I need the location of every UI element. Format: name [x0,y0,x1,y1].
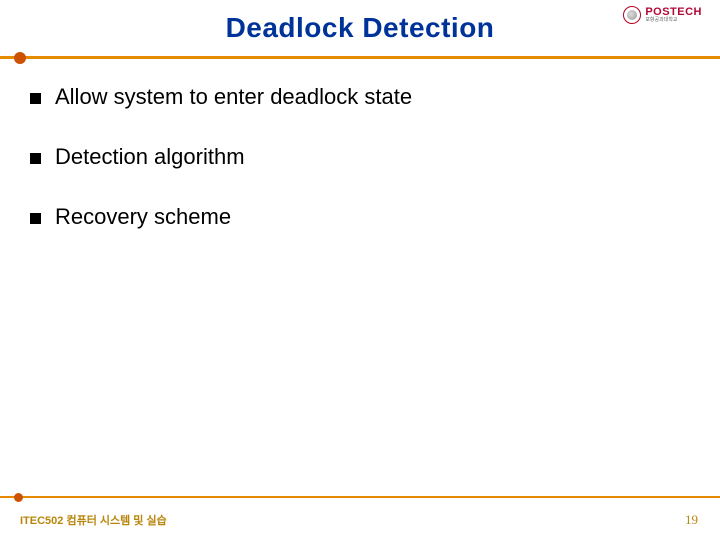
bullet-text: Allow system to enter deadlock state [55,84,412,110]
footer-course-label: ITEC502 컴퓨터 시스템 및 실습 [20,512,167,528]
header: Deadlock Detection POSTECH 포항공과대학교 [0,0,720,44]
divider-line [0,56,720,59]
logo-text: POSTECH 포항공과대학교 [645,7,702,23]
postech-logo: POSTECH 포항공과대학교 [623,6,702,24]
list-item: Allow system to enter deadlock state [30,84,690,110]
logo-seal-icon [623,6,641,24]
slide-title: Deadlock Detection [0,12,720,44]
content-area: Allow system to enter deadlock state Det… [0,60,720,230]
divider-line [0,496,720,498]
footer: ITEC502 컴퓨터 시스템 및 실습 19 [0,512,720,528]
list-item: Detection algorithm [30,144,690,170]
bullet-icon [30,213,41,224]
bullet-icon [30,93,41,104]
slide: Deadlock Detection POSTECH 포항공과대학교 Allow… [0,0,720,540]
divider-dot-icon [14,493,23,502]
bullet-text: Recovery scheme [55,204,231,230]
logo-sub-text: 포항공과대학교 [645,18,702,23]
bullet-icon [30,153,41,164]
divider-dot-icon [14,52,26,64]
divider-bottom [0,494,720,500]
bullet-text: Detection algorithm [55,144,245,170]
divider-top [0,54,720,60]
page-number: 19 [685,512,698,528]
list-item: Recovery scheme [30,204,690,230]
